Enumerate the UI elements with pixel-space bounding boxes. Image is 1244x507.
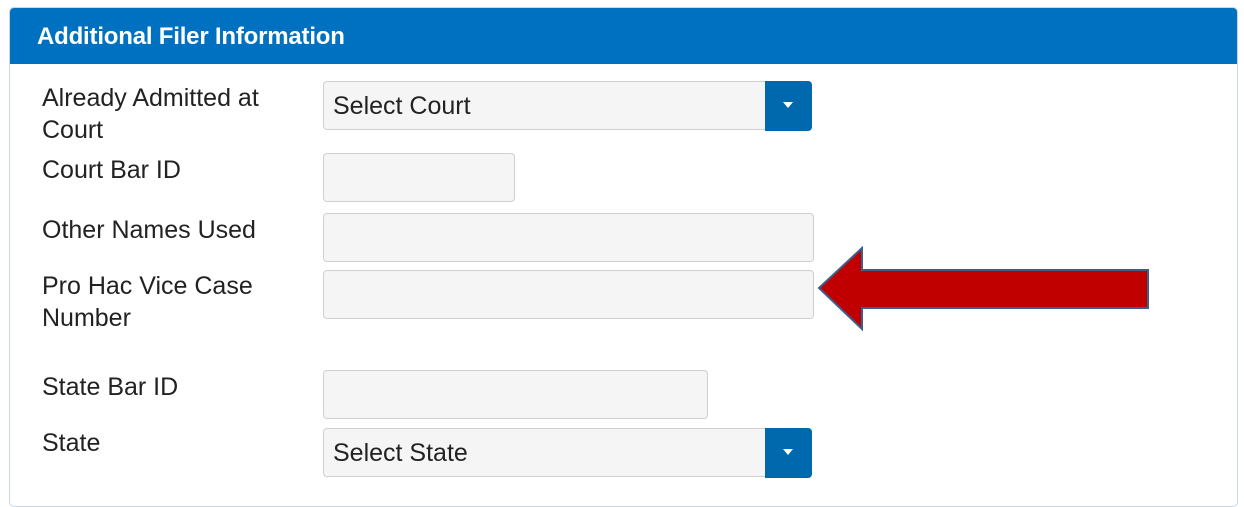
state-select[interactable]: Select State	[323, 428, 812, 478]
court-select[interactable]: Select Court	[323, 81, 812, 131]
court-select-value: Select Court	[333, 92, 471, 120]
already-admitted-label: Already Admitted at Court	[42, 82, 259, 146]
pro-hac-vice-label-line2: Number	[42, 304, 131, 332]
pro-hac-vice-input[interactable]	[323, 270, 814, 319]
red-arrow-annotation	[817, 246, 1149, 332]
arrow-left-icon	[817, 246, 1149, 332]
pro-hac-vice-label-line1: Pro Hac Vice Case	[42, 272, 253, 300]
other-names-label: Other Names Used	[42, 216, 256, 244]
state-bar-id-label: State Bar ID	[42, 373, 179, 401]
already-admitted-label-line2: Court	[42, 116, 104, 144]
state-bar-id-input[interactable]	[323, 370, 708, 419]
court-bar-id-label: Court Bar ID	[42, 156, 181, 184]
pro-hac-vice-label: Pro Hac Vice Case Number	[42, 270, 253, 334]
panel-title: Additional Filer Information	[10, 8, 1237, 64]
chevron-down-icon[interactable]	[765, 81, 812, 131]
state-label: State	[42, 429, 101, 457]
court-bar-id-input[interactable]	[323, 153, 515, 202]
other-names-input[interactable]	[323, 213, 814, 262]
chevron-down-icon[interactable]	[765, 428, 812, 478]
state-select-value: Select State	[333, 439, 468, 467]
already-admitted-label-line1: Already Admitted at	[42, 84, 259, 112]
